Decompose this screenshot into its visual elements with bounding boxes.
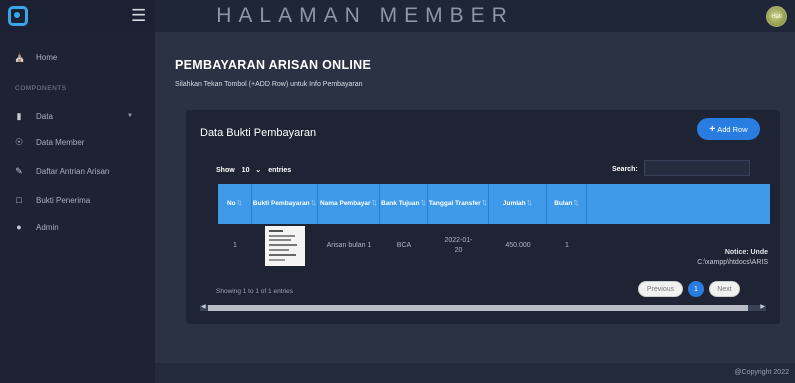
- sidebar-section-label: COMPONENTS: [15, 85, 67, 92]
- user-icon: ●: [16, 222, 22, 232]
- sidebar-item-bukti-penerima[interactable]: □ Bukti Penerima: [0, 189, 155, 211]
- chevron-down-icon: ⌄: [251, 167, 262, 174]
- table-info: Showing 1 to 1 of 1 entries: [216, 288, 293, 295]
- sort-icon: ⇅: [481, 200, 488, 207]
- table-header: No ⇅ Bukti Pembayaran ⇅ Nama Pembayar ⇅ Ban…: [218, 184, 770, 224]
- horizontal-scrollbar[interactable]: ◀ ▶: [200, 303, 766, 311]
- page-title: PEMBAYARAN ARISAN ONLINE: [175, 58, 372, 72]
- page-subtitle: Silahkan Tekan Tombol (+ADD Row) untuk I…: [175, 81, 363, 88]
- column-header-no[interactable]: No ⇅: [218, 184, 252, 224]
- column-header-jumlah[interactable]: Jumlah ⇅: [489, 184, 547, 224]
- previous-page-button[interactable]: Previous: [638, 281, 683, 297]
- sidebar-item-label: Admin: [36, 222, 59, 232]
- column-header-nama[interactable]: Nama Pembayar ⇅: [318, 184, 380, 224]
- cell-notice: Notice: Unde C:\xampp\htdocs\ARIS: [587, 224, 770, 268]
- entries-length-control: Show 10 ⌄ entries: [216, 165, 291, 175]
- sidebar-item-data[interactable]: ▮ Data ▼: [0, 105, 155, 127]
- logo-icon[interactable]: [8, 6, 28, 26]
- column-header-bank[interactable]: Bank Tujuan ⇅: [380, 184, 428, 224]
- column-header-bulan[interactable]: Bulan ⇅: [547, 184, 587, 224]
- show-label: Show: [216, 166, 235, 174]
- scrollbar-thumb[interactable]: [208, 305, 748, 311]
- pagination: Previous 1 Next: [638, 281, 740, 297]
- add-row-button[interactable]: + Add Row: [697, 118, 760, 140]
- column-header-tanggal[interactable]: Tanggal Transfer ⇅: [428, 184, 489, 224]
- pen-icon: ✎: [15, 166, 23, 176]
- sidebar-item-label: Daftar Antrian Arisan: [36, 166, 110, 176]
- entries-label: entries: [268, 166, 292, 174]
- sort-icon: ⇅: [310, 200, 317, 207]
- payment-card: Data Bukti Pembayaran + Add Row Show 10 …: [186, 110, 780, 324]
- cell-no: 1: [233, 242, 237, 249]
- sidebar-item-admin[interactable]: ● Admin: [0, 216, 155, 238]
- add-row-label: Add Row: [717, 124, 748, 134]
- plus-icon: +: [709, 123, 716, 135]
- search-label: Search:: [612, 166, 638, 173]
- sidebar-item-label: Home: [36, 52, 58, 62]
- sort-icon: ⇅: [573, 200, 579, 207]
- sidebar-item-data-member[interactable]: ☉ Data Member: [0, 131, 155, 153]
- cell-bulan: 1: [565, 242, 569, 249]
- notice-label: Notice: Unde: [724, 249, 768, 256]
- sort-icon: ⇅: [371, 200, 378, 207]
- users-icon: ☉: [14, 137, 24, 147]
- sidebar-item-label: Bukti Penerima: [36, 195, 91, 205]
- main-content: PEMBAYARAN ARISAN ONLINE Silahkan Tekan …: [155, 32, 795, 363]
- sidebar: ⛪ Home COMPONENTS ▮ Data ▼ ☉ Data Member…: [0, 32, 155, 383]
- entries-value: 10: [241, 167, 250, 174]
- logo-area: ☰: [0, 0, 155, 32]
- sidebar-item-home[interactable]: ⛪ Home: [0, 46, 155, 68]
- avatar[interactable]: Hall: [766, 6, 787, 27]
- sort-icon: ⇅: [236, 200, 243, 207]
- sidebar-item-label: Data: [36, 111, 53, 121]
- footer: @Copyright 2022: [155, 363, 795, 383]
- card-title: Data Bukti Pembayaran: [200, 127, 317, 139]
- copyright-text: @Copyright 2022: [734, 369, 789, 376]
- cell-bukti: [252, 224, 318, 268]
- column-header-bukti[interactable]: Bukti Pembayaran ⇅: [252, 184, 318, 224]
- sort-icon: ⇅: [420, 200, 426, 207]
- scroll-right-icon[interactable]: ▶: [760, 303, 765, 310]
- cell-bank: BCA: [396, 242, 412, 249]
- clipboard-icon: □: [16, 195, 22, 205]
- page-1-button[interactable]: 1: [688, 281, 704, 297]
- notice-path: C:\xampp\htdocs\ARIS: [697, 259, 768, 266]
- document-icon: ▮: [16, 111, 22, 121]
- home-icon: ⛪: [14, 52, 26, 62]
- chevron-down-icon: ▼: [127, 113, 133, 119]
- column-header-extra[interactable]: [587, 184, 770, 224]
- search-input[interactable]: [644, 160, 750, 176]
- top-bar: ☰ HALAMAN MEMBER Hall: [0, 0, 795, 32]
- receipt-thumbnail[interactable]: [265, 226, 305, 266]
- sort-icon: ⇅: [526, 200, 533, 207]
- cell-nama: Arisan bulan 1: [326, 242, 372, 249]
- scroll-left-icon[interactable]: ◀: [201, 303, 206, 310]
- cell-jumlah: 450.000: [505, 242, 531, 249]
- next-page-button[interactable]: Next: [709, 281, 740, 297]
- sidebar-item-daftar-antrian[interactable]: ✎ Daftar Antrian Arisan: [0, 160, 155, 182]
- hamburger-menu-icon[interactable]: ☰: [131, 7, 146, 25]
- page-header-title: HALAMAN MEMBER: [216, 4, 514, 27]
- table-row: 1 Arisan bulan 1 BCA 2022-01-20 450.000 …: [218, 224, 770, 268]
- entries-select[interactable]: 10 ⌄: [239, 165, 265, 175]
- sidebar-item-label: Data Member: [36, 137, 85, 147]
- cell-tanggal: 2022-01-20: [444, 237, 473, 254]
